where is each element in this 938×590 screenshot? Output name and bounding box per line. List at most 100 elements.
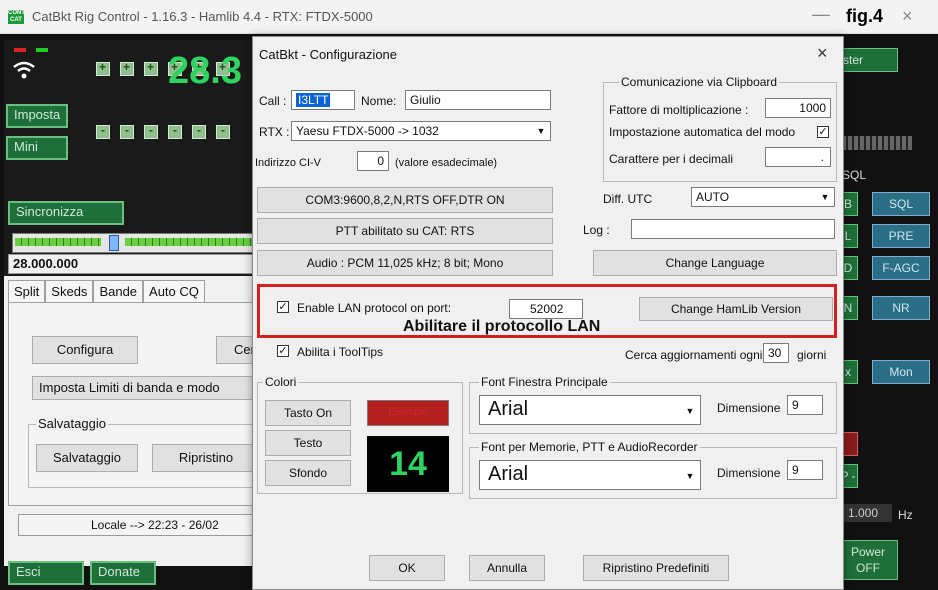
close-button[interactable]: × <box>902 6 913 27</box>
rtx-select[interactable]: Yaesu FTDX-5000 -> 1032 ▼ <box>291 121 551 141</box>
color-preview: 14 <box>367 436 449 492</box>
nome-label: Nome: <box>361 94 397 108</box>
font-mem-select[interactable]: Arial ▼ <box>479 460 701 490</box>
ptt-button[interactable]: PTT abilitato su CAT: RTS <box>257 218 553 244</box>
step-plus-button[interactable] <box>96 60 110 76</box>
salvataggio-group-label: Salvataggio <box>36 416 108 431</box>
f-agc-button[interactable]: F-AGC <box>872 256 930 280</box>
ripristino-predefiniti-button[interactable]: Ripristino Predefiniti <box>583 555 729 581</box>
chevron-down-icon: ▼ <box>685 471 695 481</box>
hz-value: 1.000 <box>844 504 892 522</box>
tab-skeds[interactable]: Skeds <box>45 280 94 302</box>
tooltips-checkbox[interactable]: ✓ <box>277 345 289 357</box>
font-main-select[interactable]: Arial ▼ <box>479 395 701 425</box>
tuning-meter[interactable] <box>12 233 258 253</box>
sincronizza-button[interactable]: Sincronizza <box>8 201 124 225</box>
dimensione-mem-input[interactable]: 9 <box>787 460 823 480</box>
color-swatch-red: Esempio <box>367 400 449 426</box>
dialog-close-button[interactable]: × <box>817 43 828 64</box>
chevron-down-icon: ▼ <box>536 126 546 136</box>
font-mem-value: Arial <box>488 463 529 485</box>
change-language-button[interactable]: Change Language <box>593 250 837 276</box>
diff-utc-label: Diff. UTC <box>603 192 653 206</box>
step-minus-button[interactable] <box>96 123 110 139</box>
step-plus-button[interactable] <box>120 60 134 76</box>
lan-checkbox-label: Enable LAN protocol on port: <box>297 301 452 315</box>
civ-hint: (valore esadecimale) <box>395 157 498 169</box>
step-plus-button[interactable] <box>144 60 158 76</box>
font-main-value: Arial <box>488 398 529 420</box>
step-minus-button[interactable] <box>192 123 206 139</box>
com-port-button[interactable]: COM3:9600,8,2,N,RTS OFF,DTR ON <box>257 187 553 213</box>
audio-button[interactable]: Audio : PCM 11,025 kHz; 8 bit; Mono <box>257 250 553 276</box>
window-title: CatBkt Rig Control - 1.16.3 - Hamlib 4.4… <box>32 9 373 24</box>
mon-button[interactable]: Mon <box>872 360 930 384</box>
figure-label: fig.4 <box>846 6 884 26</box>
civ-input[interactable]: 0 <box>357 151 389 171</box>
nr-button[interactable]: NR <box>872 296 930 320</box>
dimensione-label: Dimensione <box>717 466 781 480</box>
cerca-input[interactable]: 30 <box>763 343 789 363</box>
configura-button[interactable]: Configura <box>32 336 138 364</box>
limiti-banda-button[interactable]: Imposta Limiti di banda e modo <box>32 376 260 400</box>
dimensione-label: Dimensione <box>717 401 781 415</box>
car-dec-input[interactable]: . <box>765 147 831 167</box>
nome-input[interactable]: Giulio <box>405 90 551 110</box>
right-panel: ster SQL B SQL L PRE D F-AGC N NR x Mon … <box>838 40 938 590</box>
imposta-button[interactable]: Imposta <box>6 104 68 128</box>
app-window: CONT CAT CatBkt Rig Control - 1.16.3 - H… <box>0 0 938 590</box>
rtx-label: RTX : <box>259 125 290 139</box>
left-panel: Split Skeds Bande Auto CQ Configura Cer … <box>4 276 262 566</box>
diff-utc-select[interactable]: AUTO ▼ <box>691 187 835 207</box>
pre-button[interactable]: PRE <box>872 224 930 248</box>
step-minus-button[interactable] <box>144 123 158 139</box>
esci-button[interactable]: Esci <box>8 561 84 585</box>
power-off-button[interactable]: Power OFF <box>838 540 898 580</box>
tab-split[interactable]: Split <box>8 280 46 302</box>
step-minus-button[interactable] <box>120 123 134 139</box>
chevron-down-icon: ▼ <box>685 406 695 416</box>
wifi-icon <box>13 61 35 79</box>
sql-label: SQL <box>842 168 867 182</box>
ster-button[interactable]: ster <box>838 48 898 72</box>
diff-utc-value: AUTO <box>696 190 730 204</box>
ripristino-button[interactable]: Ripristino <box>152 444 260 472</box>
fattore-label: Fattore di moltiplicazione : <box>609 103 749 117</box>
log-input[interactable] <box>631 219 835 239</box>
fattore-input[interactable]: 1000 <box>765 98 831 118</box>
tasto-on-button[interactable]: Tasto On <box>265 400 351 426</box>
lan-checkbox[interactable]: ✓ <box>277 301 289 313</box>
frequency-readout: 28.000.000 <box>8 254 258 274</box>
cerca-label: Cerca aggiornamenti ogni <box>625 348 763 362</box>
meter-fill <box>15 238 101 246</box>
call-value: I3LTT <box>296 93 331 107</box>
ok-button[interactable]: OK <box>369 555 445 581</box>
rtx-select-value: Yaesu FTDX-5000 -> 1032 <box>296 124 439 138</box>
app-icon: CONT CAT <box>8 10 25 24</box>
cerca-unit: giorni <box>797 348 827 362</box>
sfondo-button[interactable]: Sfondo <box>265 460 351 486</box>
red-indicator-icon <box>14 48 26 52</box>
step-minus-button[interactable] <box>216 123 230 139</box>
dimensione-main-input[interactable]: 9 <box>787 395 823 415</box>
step-minus-button[interactable] <box>168 123 182 139</box>
annulla-button[interactable]: Annulla <box>469 555 545 581</box>
lan-port-input[interactable]: 52002 <box>509 299 583 319</box>
testo-button[interactable]: Testo <box>265 430 351 456</box>
call-input[interactable]: I3LTT <box>291 90 355 110</box>
frequency-display: 28.3 <box>168 50 242 92</box>
salvataggio-button[interactable]: Salvataggio <box>36 444 138 472</box>
meter-knob[interactable] <box>109 235 119 251</box>
tab-auto-cq[interactable]: Auto CQ <box>143 280 205 302</box>
mini-button[interactable]: Mini <box>6 136 68 160</box>
donate-button[interactable]: Donate <box>90 561 156 585</box>
config-dialog: CatBkt - Configurazione × Call : I3LTT N… <box>252 36 844 590</box>
sql-button[interactable]: SQL <box>872 192 930 216</box>
tab-bande[interactable]: Bande <box>93 280 144 302</box>
s-meter-icon <box>842 136 912 150</box>
font-mem-group-label: Font per Memorie, PTT e AudioRecorder <box>479 440 700 454</box>
imp-auto-checkbox[interactable]: ✓ <box>817 126 829 138</box>
change-hamlib-button[interactable]: Change HamLib Version <box>639 297 833 321</box>
meter-fill <box>125 238 255 246</box>
minimize-button[interactable]: — <box>812 4 830 25</box>
